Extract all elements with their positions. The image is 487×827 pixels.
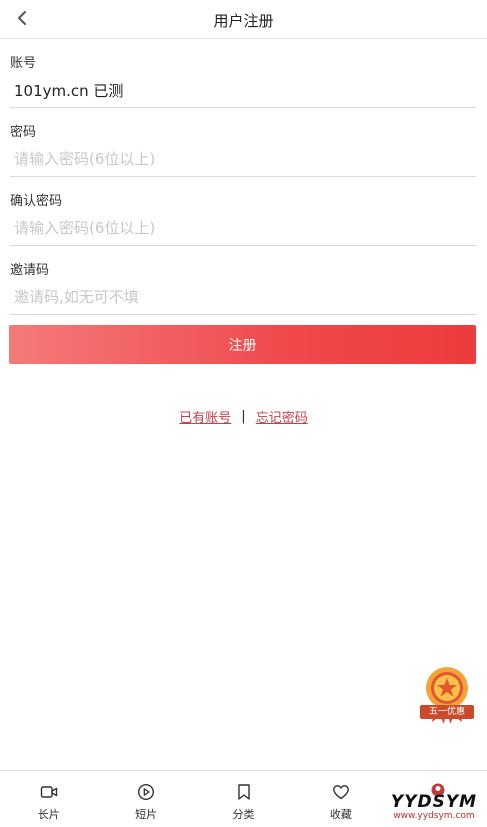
page-title: 用户注册 <box>213 12 274 30</box>
account-field: 账号 <box>10 39 476 108</box>
forgot-password-link[interactable]: 忘记密码 <box>256 407 308 426</box>
has-account-link[interactable]: 已有账号 <box>179 407 231 426</box>
register-button[interactable]: 注册 <box>9 325 476 364</box>
confirm-password-input[interactable] <box>14 217 470 239</box>
invite-code-field: 邀请码 <box>10 246 476 315</box>
header-bar: 用户注册 <box>0 0 487 39</box>
password-input[interactable] <box>14 148 470 170</box>
tab-label: 短片 <box>135 808 158 821</box>
bookmark-icon <box>237 784 250 800</box>
heart-icon <box>333 785 349 800</box>
tab-category[interactable]: 分类 <box>195 771 292 827</box>
site-watermark: YYDSYM www.yydsym.com <box>384 793 484 823</box>
promo-badge-text: 五一优惠 <box>420 705 474 719</box>
invite-code-label: 邀请码 <box>10 263 50 278</box>
watermark-brand: YYDSYM <box>390 792 478 812</box>
play-circle-icon <box>138 783 155 801</box>
tab-label: 收藏 <box>329 808 352 821</box>
video-camera-icon <box>40 786 57 798</box>
tab-label: 分类 <box>232 808 255 821</box>
password-label: 密码 <box>10 125 37 140</box>
tab-short-video[interactable]: 短片 <box>97 771 194 827</box>
invite-code-input[interactable] <box>14 286 470 308</box>
tab-long-video[interactable]: 长片 <box>0 771 97 827</box>
password-field: 密码 <box>10 108 476 177</box>
account-label: 账号 <box>10 56 37 71</box>
tab-favorites[interactable]: 收藏 <box>292 771 389 827</box>
tab-label: 长片 <box>37 808 60 821</box>
promo-badge[interactable]: 五一优惠 <box>416 664 478 726</box>
link-separator: | <box>241 408 246 424</box>
confirm-password-label: 确认密码 <box>10 194 63 209</box>
watermark-site: www.yydsym.com <box>393 811 475 821</box>
auth-links: 已有账号 | 忘记密码 <box>0 406 487 426</box>
account-input[interactable] <box>14 79 470 101</box>
confirm-password-field: 确认密码 <box>10 177 476 246</box>
